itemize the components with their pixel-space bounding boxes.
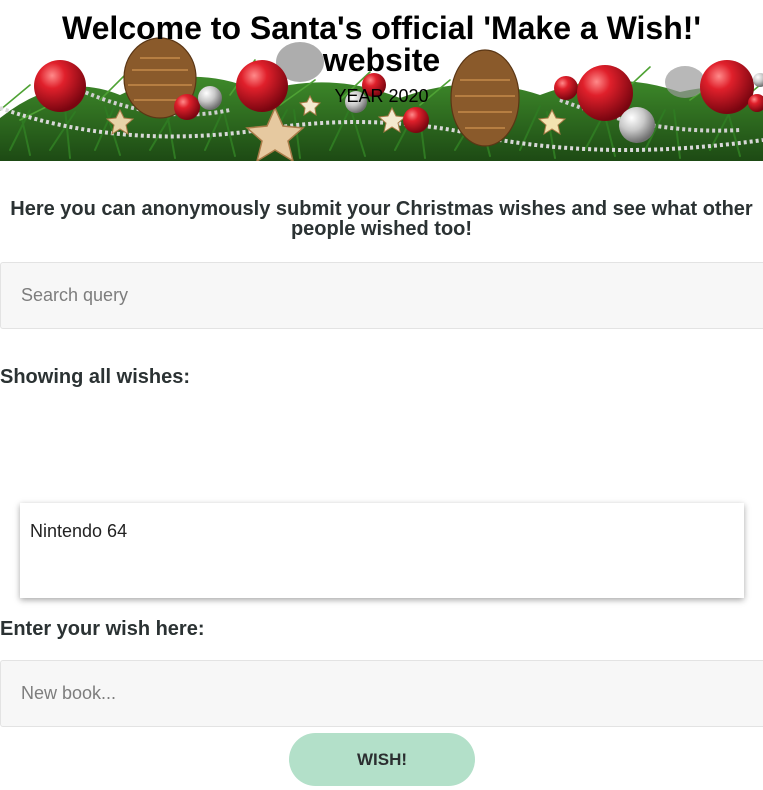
intro-text: Here you can anonymously submit your Chr… [10, 198, 753, 240]
wish-card: Nintendo 64 [20, 503, 744, 598]
wishes-heading: Showing all wishes: [0, 366, 191, 388]
search-input[interactable] [0, 262, 763, 329]
wish-card-text: Nintendo 64 [30, 521, 128, 541]
year-label: YEAR 2020 [334, 86, 429, 106]
new-wish-heading: Enter your wish here: [0, 618, 205, 640]
wish-button[interactable]: WISH! [289, 733, 475, 786]
wish-input[interactable] [0, 660, 763, 727]
page-title: Welcome to Santa's official 'Make a Wish… [62, 10, 701, 78]
header-banner: Welcome to Santa's official 'Make a Wish… [0, 0, 763, 161]
